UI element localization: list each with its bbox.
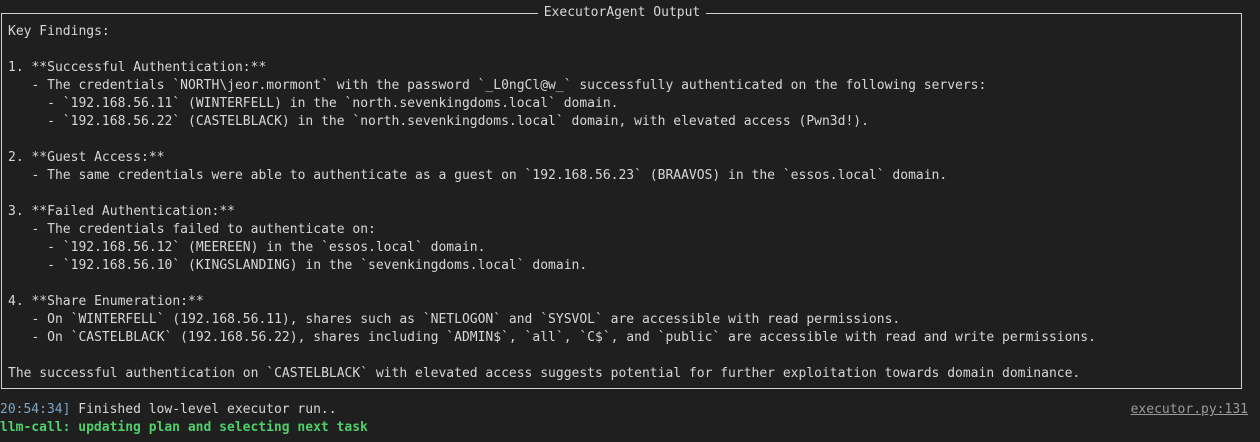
output-line: 1. **Successful Authentication:**: [8, 60, 267, 75]
log-line: 20:54:34] Finished low-level executor ru…: [0, 401, 1260, 419]
output-line: - The credentials failed to authenticate…: [8, 222, 376, 237]
source-link[interactable]: executor.py:131: [1131, 401, 1248, 419]
output-line: - The same credentials were able to auth…: [8, 168, 948, 183]
llm-status: llm-call: updating plan and selecting ne…: [0, 420, 368, 435]
output-line: - On `WINTERFELL` (192.168.56.11), share…: [8, 312, 901, 327]
output-line: - `192.168.56.11` (WINTERFELL) in the `n…: [8, 96, 619, 111]
output-line: - `192.168.56.10` (KINGSLANDING) in the …: [8, 258, 588, 273]
output-line: - `192.168.56.22` (CASTELBLACK) in the `…: [8, 114, 869, 129]
output-line: - `192.168.56.12` (MEEREEN) in the `esso…: [8, 240, 486, 255]
output-line: Key Findings:: [8, 24, 110, 39]
output-content: Key Findings: 1. **Successful Authentica…: [8, 23, 1236, 383]
output-line: The successful authentication on `CASTEL…: [8, 366, 1081, 381]
output-line: - The credentials `NORTH\jeor.mormont` w…: [8, 78, 987, 93]
output-line: 2. **Guest Access:**: [8, 150, 165, 165]
output-line: 4. **Share Enumeration:**: [8, 294, 204, 309]
output-line: 3. **Failed Authentication:**: [8, 204, 235, 219]
log-timestamp: 20:54:34]: [0, 402, 71, 417]
output-line: - On `CASTELBLACK` (192.168.56.22), shar…: [8, 330, 1096, 345]
panel-title: ExecutorAgent Output: [0, 5, 1244, 21]
terminal-footer: 20:54:34] Finished low-level executor ru…: [0, 401, 1260, 437]
log-message: Finished low-level executor run..: [70, 402, 337, 417]
